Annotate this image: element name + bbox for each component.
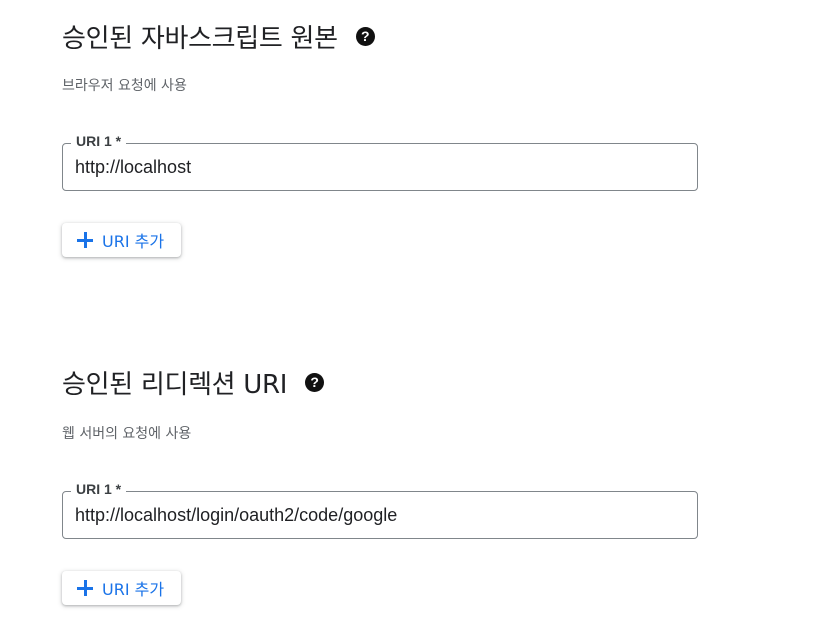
plus-icon [77,580,93,596]
uri-field-label: URI 1 * [71,481,127,497]
js-origins-section: 승인된 자바스크립트 원본 ? 브라우저 요청에 사용 URI 1 * URI … [62,14,702,264]
add-uri-button-label: URI 추가 [102,232,165,251]
redirect-uris-title: 승인된 리디렉션 URI [62,369,288,400]
redirect-uris-subtitle: 웹 서버의 요청에 사용 [62,426,192,442]
add-js-origin-uri-button[interactable]: URI 추가 [62,223,181,257]
redirect-uris-header: 승인된 리디렉션 URI ? [62,364,325,400]
js-origins-title: 승인된 자바스크립트 원본 [62,23,338,54]
help-icon[interactable]: ? [355,26,375,46]
add-redirect-uri-button[interactable]: URI 추가 [62,571,181,605]
redirect-uri-input[interactable] [75,503,675,527]
add-uri-button-label: URI 추가 [102,580,165,599]
help-icon[interactable]: ? [305,372,325,392]
js-origins-header: 승인된 자바스크립트 원본 ? [62,18,375,54]
js-origins-subtitle: 브라우저 요청에 사용 [62,78,187,94]
js-origin-uri-field[interactable]: URI 1 * [62,133,698,191]
redirect-uri-field[interactable]: URI 1 * [62,481,698,539]
plus-icon [77,232,93,248]
js-origin-uri-input[interactable] [75,155,675,179]
uri-field-label: URI 1 * [71,133,127,149]
redirect-uris-section: 승인된 리디렉션 URI ? 웹 서버의 요청에 사용 URI 1 * URI … [62,362,702,612]
